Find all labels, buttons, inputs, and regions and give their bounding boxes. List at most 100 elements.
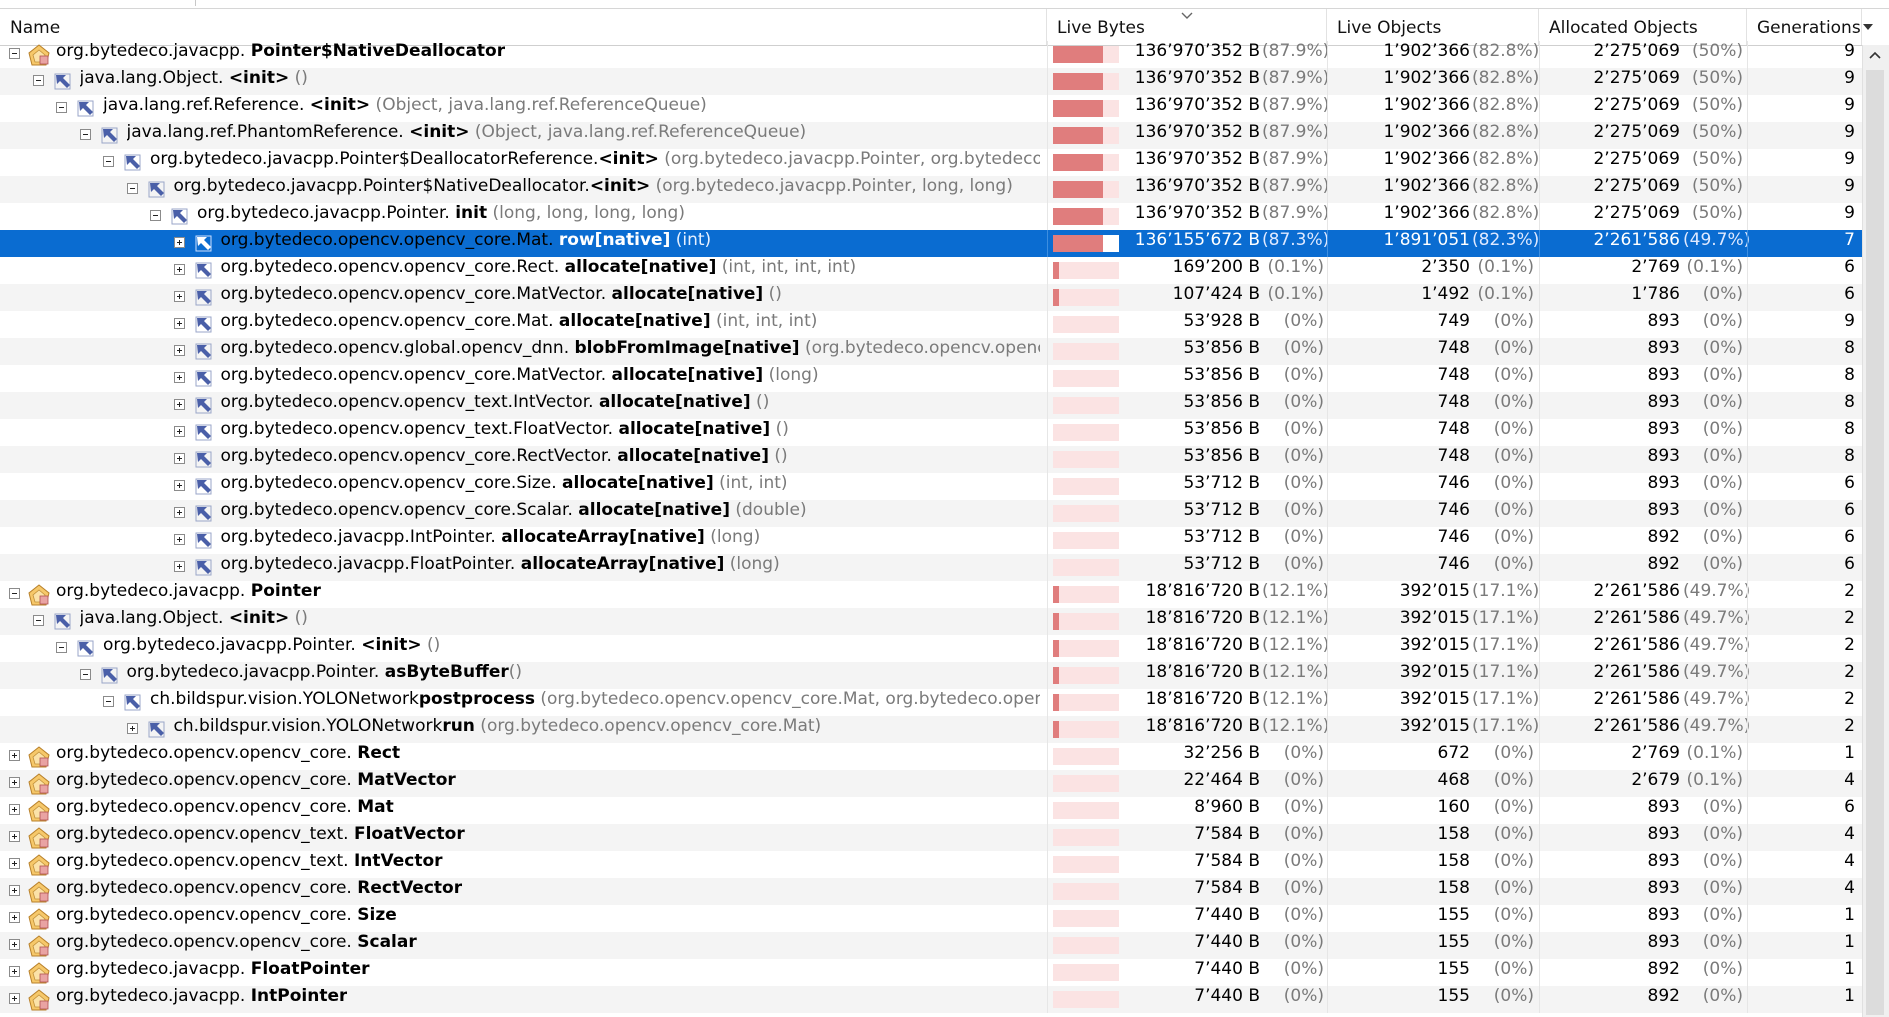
- expand-toggle-icon[interactable]: [173, 318, 185, 329]
- expand-toggle-icon[interactable]: [9, 993, 20, 1004]
- table-row[interactable]: org.bytedeco.opencv.opencv_core.MatVecto…: [0, 284, 1862, 311]
- collapse-toggle-icon[interactable]: [150, 210, 161, 221]
- collapse-toggle-icon[interactable]: [9, 48, 20, 59]
- live-objects-percent: (0%): [1493, 446, 1534, 466]
- table-row[interactable]: org.bytedeco.javacpp. Pointer$NativeDeal…: [0, 41, 1862, 68]
- expand-toggle-icon[interactable]: [173, 237, 185, 248]
- collapse-toggle-icon[interactable]: [79, 129, 91, 140]
- table-row[interactable]: java.lang.ref.PhantomReference. <init> (…: [0, 122, 1862, 149]
- live-bytes-bar: [1053, 343, 1119, 360]
- expand-toggle-icon[interactable]: [173, 426, 185, 437]
- live-bytes-value: 7’440 B: [1194, 986, 1260, 1006]
- expand-toggle-icon[interactable]: [173, 264, 185, 275]
- table-row[interactable]: org.bytedeco.opencv.opencv_text.FloatVec…: [0, 419, 1862, 446]
- expand-toggle-icon[interactable]: [173, 291, 185, 302]
- column-divider: [1539, 149, 1540, 176]
- expand-toggle-icon[interactable]: [9, 939, 20, 950]
- expand-toggle-icon[interactable]: [9, 966, 20, 977]
- scroll-up-icon[interactable]: [1868, 50, 1882, 60]
- expand-toggle-icon[interactable]: [173, 534, 185, 545]
- table-row[interactable]: org.bytedeco.opencv.opencv_core. Rect 32’…: [0, 743, 1862, 770]
- collapse-toggle-icon[interactable]: [103, 156, 114, 167]
- table-row[interactable]: org.bytedeco.opencv.opencv_core.Size. al…: [0, 473, 1862, 500]
- expand-toggle-icon[interactable]: [173, 372, 185, 383]
- table-row[interactable]: org.bytedeco.opencv.opencv_core. MatVect…: [0, 770, 1862, 797]
- table-row[interactable]: org.bytedeco.javacpp.FloatPointer. alloc…: [0, 554, 1862, 581]
- table-row[interactable]: org.bytedeco.opencv.opencv_text. FloatVe…: [0, 824, 1862, 851]
- table-row[interactable]: org.bytedeco.javacpp.IntPointer. allocat…: [0, 527, 1862, 554]
- table-row[interactable]: org.bytedeco.javacpp. Pointer 18’816’720 …: [0, 581, 1862, 608]
- column-header-name[interactable]: Name: [0, 9, 1047, 45]
- table-row[interactable]: org.bytedeco.opencv.opencv_text. IntVect…: [0, 851, 1862, 878]
- collapse-toggle-icon[interactable]: [56, 642, 67, 653]
- column-divider: [1327, 122, 1328, 149]
- table-row[interactable]: org.bytedeco.opencv.opencv_core.Mat. all…: [0, 311, 1862, 338]
- table-row[interactable]: java.lang.ref.Reference. <init> (Object,…: [0, 95, 1862, 122]
- table-row[interactable]: org.bytedeco.javacpp.Pointer$NativeDeall…: [0, 176, 1862, 203]
- expand-toggle-icon[interactable]: [173, 561, 185, 572]
- table-row[interactable]: org.bytedeco.opencv.opencv_text.IntVecto…: [0, 392, 1862, 419]
- live-objects-value: 392’015: [1399, 635, 1470, 655]
- expand-toggle-icon[interactable]: [126, 723, 138, 734]
- table-row[interactable]: org.bytedeco.opencv.opencv_core.MatVecto…: [0, 365, 1862, 392]
- collapse-toggle-icon[interactable]: [56, 102, 67, 113]
- expand-toggle-icon[interactable]: [173, 453, 185, 464]
- expand-toggle-icon[interactable]: [9, 885, 20, 896]
- node-name: FloatVector: [353, 824, 465, 844]
- table-row[interactable]: org.bytedeco.opencv.opencv_core. RectVec…: [0, 878, 1862, 905]
- table-row[interactable]: org.bytedeco.opencv.opencv_core. Mat 8’96…: [0, 797, 1862, 824]
- node-label: org.bytedeco.javacpp.Pointer$Deallocator…: [150, 149, 1040, 169]
- table-row[interactable]: org.bytedeco.opencv.opencv_core.Scalar. …: [0, 500, 1862, 527]
- table-row[interactable]: org.bytedeco.javacpp.Pointer. asByteBuff…: [0, 662, 1862, 689]
- collapse-toggle-icon[interactable]: [32, 75, 44, 86]
- live-bytes-value: 7’440 B: [1194, 905, 1260, 925]
- collapse-toggle-icon[interactable]: [9, 588, 20, 599]
- collapse-toggle-icon[interactable]: [126, 183, 138, 194]
- live-objects-value: 748: [1437, 392, 1470, 412]
- column-divider: [1539, 176, 1540, 203]
- node-label: org.bytedeco.javacpp.Pointer. init (long…: [197, 203, 685, 223]
- table-row[interactable]: org.bytedeco.javacpp. IntPointer 7’440 B (…: [0, 986, 1862, 1013]
- expand-toggle-icon[interactable]: [9, 804, 20, 815]
- node-package: org.bytedeco.opencv.opencv_core.: [56, 905, 358, 925]
- table-row[interactable]: org.bytedeco.opencv.opencv_core.Mat. row…: [0, 230, 1862, 257]
- allocated-objects-percent: (0.1%): [1686, 743, 1743, 763]
- column-divider: [1539, 446, 1540, 473]
- expand-toggle-icon[interactable]: [9, 912, 20, 923]
- column-menu-icon[interactable]: [1862, 23, 1874, 31]
- live-objects-percent: (0%): [1493, 824, 1534, 844]
- table-row[interactable]: org.bytedeco.opencv.opencv_core.Rect. al…: [0, 257, 1862, 284]
- live-bytes-value: 7’584 B: [1194, 878, 1260, 898]
- column-header-allocated-objects[interactable]: Allocated Objects: [1539, 9, 1747, 45]
- column-header-generations[interactable]: Generations: [1747, 9, 1862, 45]
- expand-toggle-icon[interactable]: [173, 345, 185, 356]
- expand-toggle-icon[interactable]: [173, 399, 185, 410]
- table-row[interactable]: java.lang.Object. <init> () 136’970’352 B…: [0, 68, 1862, 95]
- table-row[interactable]: org.bytedeco.javacpp.Pointer$Deallocator…: [0, 149, 1862, 176]
- table-row[interactable]: org.bytedeco.opencv.global.opencv_dnn. b…: [0, 338, 1862, 365]
- scrollbar-thumb[interactable]: [1866, 70, 1884, 1015]
- live-bytes-bar: [1053, 181, 1119, 198]
- expand-toggle-icon[interactable]: [9, 777, 20, 788]
- node-arguments: (org.bytedeco.opencv.opencv_core.: [804, 338, 1040, 358]
- table-row[interactable]: ch.bildspur.vision.YOLONetworkpostproces…: [0, 689, 1862, 716]
- expand-toggle-icon[interactable]: [9, 831, 20, 842]
- expand-toggle-icon[interactable]: [9, 858, 20, 869]
- expand-toggle-icon[interactable]: [173, 480, 185, 491]
- allocated-objects-percent: (0%): [1702, 473, 1743, 493]
- table-row[interactable]: org.bytedeco.javacpp. FloatPointer 7’440 …: [0, 959, 1862, 986]
- collapse-toggle-icon[interactable]: [103, 696, 114, 707]
- node-package: org.bytedeco.opencv.opencv_core.: [56, 878, 358, 898]
- column-header-live-objects[interactable]: Live Objects: [1327, 9, 1539, 45]
- table-row[interactable]: org.bytedeco.opencv.opencv_core. Size 7’4…: [0, 905, 1862, 932]
- expand-toggle-icon[interactable]: [173, 507, 185, 518]
- collapse-toggle-icon[interactable]: [32, 615, 44, 626]
- table-row[interactable]: org.bytedeco.javacpp.Pointer. init (long…: [0, 203, 1862, 230]
- collapse-toggle-icon[interactable]: [79, 669, 91, 680]
- table-row[interactable]: org.bytedeco.opencv.opencv_core. Scalar 7…: [0, 932, 1862, 959]
- table-row[interactable]: org.bytedeco.javacpp.Pointer. <init> () 1…: [0, 635, 1862, 662]
- table-row[interactable]: java.lang.Object. <init> () 18’816’720 B(…: [0, 608, 1862, 635]
- table-row[interactable]: ch.bildspur.vision.YOLONetworkrun (org.b…: [0, 716, 1862, 743]
- expand-toggle-icon[interactable]: [9, 750, 20, 761]
- table-row[interactable]: org.bytedeco.opencv.opencv_core.RectVect…: [0, 446, 1862, 473]
